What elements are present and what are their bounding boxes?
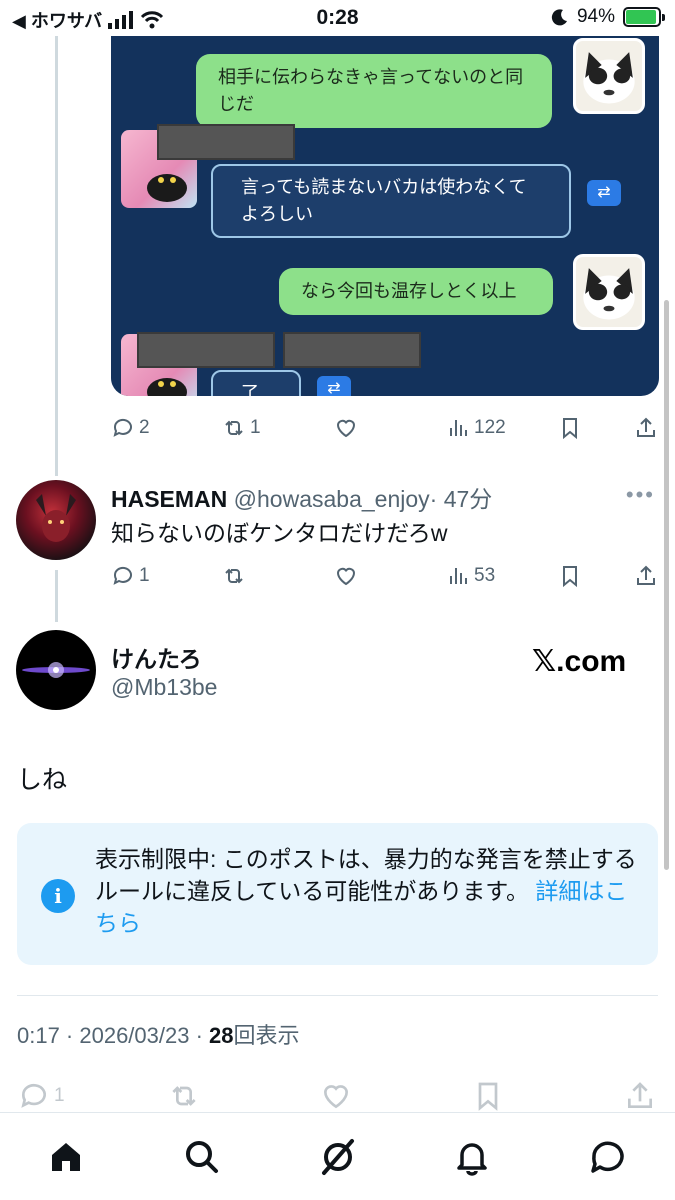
redacted-name-3	[283, 332, 421, 368]
retweet-icon	[225, 568, 243, 584]
nav-messages[interactable]	[586, 1135, 630, 1179]
scrollbar[interactable]	[664, 300, 669, 870]
bottom-nav	[0, 1112, 675, 1200]
share-icon	[637, 417, 655, 437]
nav-notifications[interactable]	[450, 1135, 494, 1179]
nav-search[interactable]	[180, 1135, 224, 1179]
haseman-avatar[interactable]	[16, 480, 96, 560]
share-button-3[interactable]	[624, 1080, 656, 1112]
views-icon	[450, 420, 467, 436]
views-button-2[interactable]: 53	[446, 564, 495, 588]
more-options-icon[interactable]: •••	[626, 482, 655, 508]
chat-bubble-2: 言っても読まないバカは使わなくてよろしい	[211, 164, 571, 238]
bell-icon	[457, 1143, 487, 1176]
views-button[interactable]: 122	[446, 416, 506, 440]
reply-icon	[21, 1083, 46, 1108]
share-icon	[637, 565, 655, 585]
reply-header: HASEMAN @howasaba_enjoy· 47分	[111, 480, 492, 514]
redacted-name-1	[157, 124, 295, 160]
grok-icon	[322, 1139, 354, 1175]
reply-author-name[interactable]: HASEMAN	[111, 486, 227, 512]
cat-avatar-2	[573, 254, 645, 330]
chat-icon	[591, 1141, 624, 1173]
heart-icon	[336, 567, 356, 586]
view-count-label: 回表示	[233, 1023, 300, 1048]
reply-author-handle[interactable]: @howasaba_enjoy	[234, 486, 430, 512]
reply-button[interactable]: 2	[111, 416, 150, 440]
reply-text: 知らないのぼケンタロだけだろw	[111, 520, 448, 546]
home-icon	[52, 1143, 80, 1171]
restriction-notice-text: 表示制限中: このポストは、暴力的な発言を禁止するルールに違反している可能性があ…	[95, 843, 640, 939]
bookmark-button-2[interactable]	[558, 564, 582, 588]
retweet-button-3[interactable]	[168, 1080, 200, 1112]
reply-count-3: 1	[54, 1085, 65, 1106]
bookmark-button-3[interactable]	[472, 1080, 504, 1112]
chat-bubble-1: 相手に伝わらなきゃ言ってないのと同じだ	[196, 54, 552, 128]
status-bar: ◀ ホワサバ 0:28 94%	[0, 0, 675, 36]
main-author-handle[interactable]: @Mb13be	[111, 674, 217, 701]
divider	[17, 995, 658, 996]
nav-grok[interactable]	[316, 1135, 360, 1179]
like-button-3[interactable]	[320, 1080, 352, 1112]
battery-percent: 94%	[576, 6, 615, 27]
heart-icon	[323, 1085, 349, 1109]
share-icon	[628, 1082, 652, 1108]
thread-line-mid	[55, 570, 58, 622]
nav-home[interactable]	[44, 1135, 88, 1179]
heart-icon	[336, 419, 356, 438]
reply-count: 2	[139, 417, 150, 438]
cat-avatar	[573, 38, 645, 114]
xcom-badge: 𝕏.com	[532, 645, 627, 678]
moon-icon	[551, 9, 567, 26]
translate-swap-button-2: ⇄	[317, 376, 351, 396]
chat-bubble-3: なら今回も温存しとく以上	[279, 268, 553, 315]
redacted-name-2	[137, 332, 275, 368]
tweet-meta: 0:17 · 2026/03/23 · 28回表示	[17, 1018, 300, 1050]
retweet-icon	[225, 420, 243, 436]
battery-icon	[623, 7, 665, 27]
reply-icon	[113, 418, 132, 437]
search-icon	[186, 1141, 218, 1173]
restriction-notice: i 表示制限中: このポストは、暴力的な発言を禁止するルールに違反している可能性…	[17, 823, 658, 965]
reply-count-2: 1	[139, 565, 150, 586]
views-count: 122	[474, 417, 506, 438]
retweet-icon	[172, 1086, 196, 1106]
main-tweet-text: しね	[17, 766, 68, 794]
reply-button-2[interactable]: 1	[111, 564, 150, 588]
tweet-timestamp: 0:17 · 2026/03/23 ·	[17, 1023, 210, 1048]
reply-time: · 47分	[429, 486, 493, 512]
main-author-name[interactable]: けんたろ	[111, 640, 202, 674]
share-button[interactable]	[634, 416, 658, 440]
retweet-button[interactable]: 1	[222, 416, 261, 440]
bookmark-icon	[478, 1082, 498, 1111]
translate-swap-button: ⇄	[587, 180, 621, 206]
reply-icon	[113, 566, 132, 585]
like-button-2[interactable]	[334, 564, 358, 588]
thread-line-top	[55, 36, 58, 476]
views-count-2: 53	[474, 565, 496, 586]
chat-bubble-4: 了解	[211, 370, 301, 396]
info-icon: i	[41, 879, 75, 913]
retweet-button-2[interactable]	[222, 564, 246, 588]
view-count: 28	[209, 1023, 234, 1048]
bookmark-icon	[563, 566, 577, 588]
kentaro-avatar[interactable]	[16, 630, 96, 710]
retweet-count: 1	[250, 417, 261, 438]
like-button[interactable]	[334, 416, 358, 440]
bookmark-button[interactable]	[558, 416, 582, 440]
tweet-image[interactable]: 相手に伝わらなきゃ言ってないのと同じだ 言っても読まないバカは使わなくてよろしい…	[111, 36, 659, 396]
reply-button-3[interactable]: 1	[18, 1080, 65, 1112]
views-icon	[450, 568, 467, 584]
bookmark-icon	[563, 418, 577, 440]
share-button-2[interactable]	[634, 564, 658, 588]
